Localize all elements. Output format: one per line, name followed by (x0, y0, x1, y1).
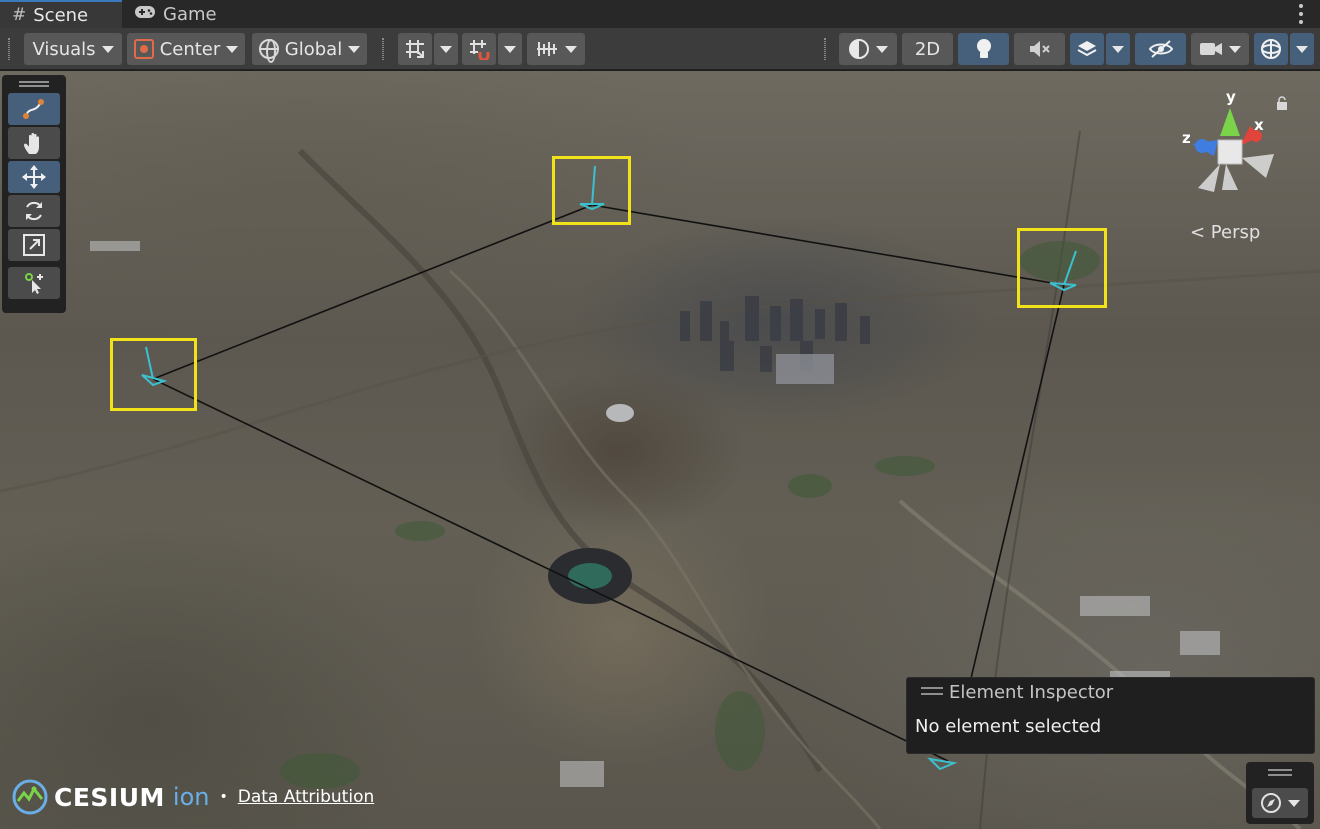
neg-z-cone[interactable] (1198, 164, 1220, 192)
camera-icon (1200, 43, 1222, 55)
cesium-ion-wordmark: ion (172, 783, 210, 811)
chevron-down-icon (1296, 45, 1308, 53)
speaker-muted-icon (1029, 41, 1050, 57)
y-axis-cone[interactable] (1220, 108, 1240, 136)
highlight-box (552, 156, 631, 225)
chevron-down-icon (101, 45, 114, 53)
move-tool-button[interactable] (8, 161, 60, 193)
attribution-separator: • (219, 789, 228, 805)
scale-tool-button[interactable] (8, 229, 60, 261)
tool-palette (2, 75, 66, 313)
scene-camera-dropdown[interactable] (1191, 33, 1249, 65)
neg-y-cone[interactable] (1222, 164, 1238, 190)
move-arrows-icon (22, 165, 46, 189)
pivot-dropdown[interactable]: Center (127, 33, 245, 65)
layers-icon (1077, 41, 1097, 57)
space-label: Global (284, 38, 343, 60)
chevron-down-icon (565, 45, 577, 53)
chevron-down-icon (348, 45, 361, 53)
grid-snap-icon (406, 40, 424, 58)
cesium-attribution: CESIUM ion • Data Attribution (12, 779, 374, 815)
gizmos-dropdown[interactable] (1290, 33, 1314, 65)
compass-icon (1261, 793, 1281, 813)
scene-visibility-button[interactable] (1135, 33, 1186, 65)
projection-label[interactable]: < Persp (1190, 222, 1260, 243)
rotate-icon (26, 201, 42, 221)
tab-scene-label: Scene (33, 4, 89, 26)
cesium-logo-icon (12, 779, 48, 815)
gizmo-sphere-icon (1261, 39, 1281, 59)
chevron-down-icon (1112, 45, 1124, 53)
custom-tool-button[interactable] (8, 267, 60, 299)
hand-tool-button[interactable] (8, 127, 60, 159)
chevron-down-icon (504, 45, 516, 53)
2d-toggle-button[interactable]: 2D (902, 33, 953, 65)
rotate-tool-button[interactable] (8, 195, 60, 227)
highlight-box (110, 338, 197, 411)
eye-slash-icon (1148, 40, 1173, 58)
hand-icon (24, 132, 39, 154)
grid-snap-button[interactable] (398, 33, 432, 65)
ruler-icon (537, 42, 557, 56)
grid-snap-dropdown[interactable] (434, 33, 458, 65)
shading-sphere-icon (849, 39, 869, 59)
overlay-grip[interactable] (1268, 769, 1292, 776)
palette-grip[interactable] (19, 81, 49, 87)
tab-game[interactable]: Game (122, 0, 231, 28)
space-dropdown[interactable]: Global (252, 33, 367, 65)
increment-snap-button[interactable] (462, 33, 496, 65)
gizmos-button[interactable] (1254, 33, 1288, 65)
panel-grip[interactable] (921, 687, 943, 695)
increment-snap-dropdown[interactable] (498, 33, 522, 65)
grid-hash-icon: # (12, 5, 27, 25)
toolbar-grip[interactable] (824, 38, 826, 60)
visuals-label: Visuals (32, 38, 96, 60)
gizmo-axis-z[interactable]: z (1182, 129, 1191, 147)
tab-bar: # Scene Game (0, 0, 1320, 28)
kebab-menu-icon[interactable] (1296, 4, 1306, 24)
compass-dropdown[interactable] (1252, 788, 1308, 818)
toolbar-grip[interactable] (8, 38, 10, 60)
gamepad-icon (134, 4, 156, 24)
visuals-dropdown[interactable]: Visuals (24, 33, 122, 65)
pivot-center-icon (133, 39, 154, 59)
chevron-down-icon (226, 45, 239, 53)
lightbulb-icon (976, 39, 991, 58)
custom-tool-icon (25, 273, 43, 294)
chevron-down-icon (440, 45, 452, 53)
effects-dropdown[interactable] (1106, 33, 1130, 65)
chevron-down-icon (1229, 45, 1241, 53)
inspector-message: No element selected (915, 716, 1102, 737)
element-inspector-panel: Element Inspector No element selected (906, 677, 1315, 754)
lock-icon[interactable] (1276, 96, 1288, 110)
gizmo-axis-y[interactable]: y (1226, 88, 1236, 106)
scene-toolbar: Visuals Center Global 2D (0, 28, 1320, 70)
lighting-toggle-button[interactable] (958, 33, 1009, 65)
tab-game-label: Game (163, 3, 217, 25)
magnet-grid-icon (470, 40, 490, 60)
navigation-overlay (1246, 762, 1314, 824)
effects-layers-button[interactable] (1070, 33, 1104, 65)
2d-toggle-label: 2D (914, 38, 941, 60)
ruler-snap-dropdown[interactable] (527, 33, 585, 65)
highlight-box (1017, 228, 1107, 308)
tab-scene[interactable]: # Scene (0, 0, 122, 28)
toolbar-grip[interactable] (382, 38, 384, 60)
neg-x-cone[interactable] (1242, 154, 1274, 178)
shading-mode-dropdown[interactable] (839, 33, 897, 65)
cesium-wordmark: CESIUM (54, 782, 165, 812)
audio-toggle-button[interactable] (1014, 33, 1065, 65)
scale-icon (23, 234, 45, 256)
chevron-down-icon (1288, 799, 1300, 807)
chevron-down-icon (876, 45, 888, 53)
path-tool-button[interactable] (8, 93, 60, 125)
data-attribution-link[interactable]: Data Attribution (238, 787, 375, 807)
inspector-title: Element Inspector (949, 682, 1114, 703)
pivot-label: Center (159, 38, 221, 60)
globe-icon (258, 39, 279, 63)
spline-path-icon (23, 99, 44, 119)
